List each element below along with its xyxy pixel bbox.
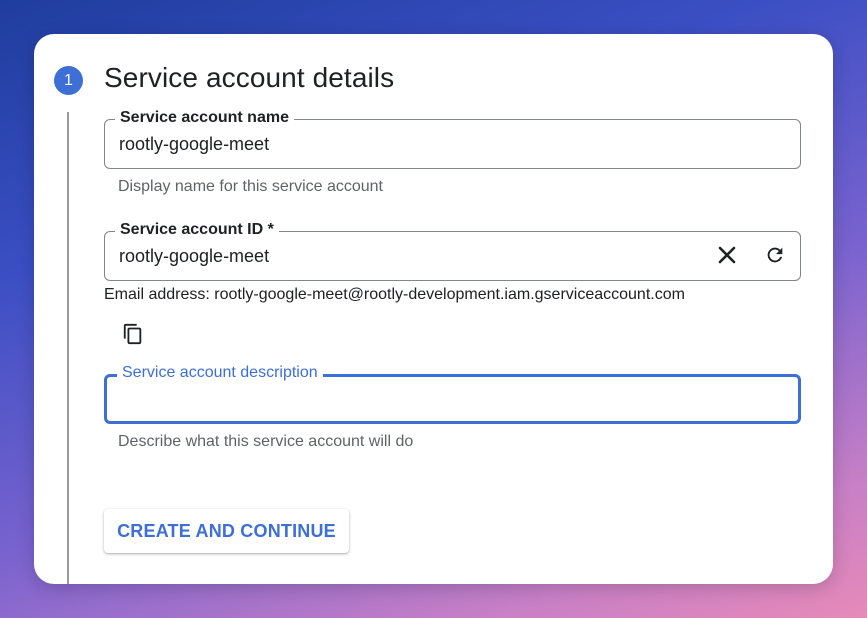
service-account-id-field[interactable]: Service account ID * rootly-google-meet xyxy=(104,220,801,281)
step-number-badge: 1 xyxy=(54,66,83,95)
create-and-continue-button[interactable]: CREATE AND CONTINUE xyxy=(104,509,349,553)
copy-icon[interactable] xyxy=(122,323,144,345)
clear-icon[interactable] xyxy=(713,241,741,269)
service-account-card: 1 Service account details Service accoun… xyxy=(34,34,833,584)
service-account-id-input[interactable]: rootly-google-meet xyxy=(119,245,269,267)
service-account-name-field[interactable]: Service account name rootly-google-meet xyxy=(104,108,801,169)
step-connector-line xyxy=(67,112,69,584)
email-address-text: Email address: rootly-google-meet@rootly… xyxy=(104,286,685,303)
service-account-name-hint: Display name for this service account xyxy=(118,178,383,195)
service-account-description-hint: Describe what this service account will … xyxy=(118,433,414,450)
service-account-description-field[interactable]: Service account description xyxy=(104,363,801,424)
service-account-id-label: Service account ID * xyxy=(115,220,279,240)
service-account-description-label: Service account description xyxy=(117,363,323,383)
page-title: Service account details xyxy=(104,62,395,93)
refresh-icon[interactable] xyxy=(761,241,789,269)
service-account-name-label: Service account name xyxy=(115,108,294,128)
service-account-name-input[interactable]: rootly-google-meet xyxy=(119,133,269,155)
